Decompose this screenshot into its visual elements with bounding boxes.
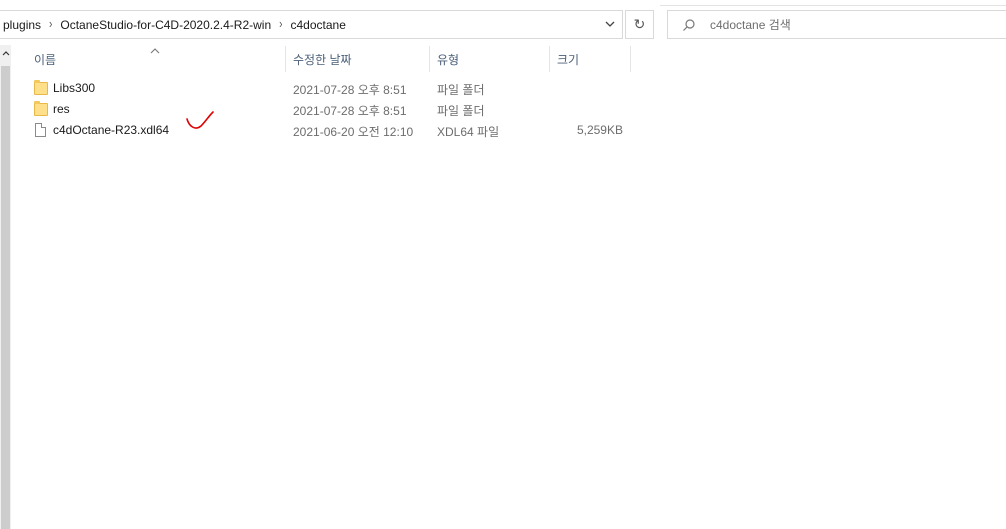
file-date: 2021-07-28 오후 8:51 (293, 83, 407, 97)
folder-icon (34, 101, 48, 116)
red-check-annotation (185, 110, 221, 135)
column-header-name-label: 이름 (34, 52, 57, 67)
folder-icon (34, 80, 48, 95)
column-header-name[interactable]: 이름 (26, 46, 286, 72)
file-date: 2021-06-20 오전 12:10 (293, 125, 414, 139)
breadcrumb-plugins[interactable]: plugins (0, 18, 45, 32)
file-row[interactable]: c4dOctane-R23.xdl64 2021-06-20 오전 12:10 … (30, 119, 630, 140)
breadcrumb-octanestudio[interactable]: OctaneStudio-for-C4D-2020.2.4-R2-win (56, 18, 275, 32)
file-row[interactable]: res 2021-07-28 오후 8:51 파일 폴더 (30, 98, 630, 119)
file-type: XDL64 파일 (437, 125, 500, 139)
file-type: 파일 폴더 (437, 83, 485, 97)
search-input[interactable] (708, 16, 972, 33)
column-header-size-label: 크기 (557, 52, 580, 67)
window-top-strip (0, 0, 1006, 6)
scroll-up-arrow-icon[interactable] (0, 47, 11, 59)
file-size: 5,259KB (576, 123, 623, 137)
file-icon (34, 123, 48, 137)
breadcrumb-separator-icon[interactable]: › (45, 17, 56, 31)
chevron-down-icon[interactable] (604, 18, 616, 30)
file-name: c4dOctane-R23.xdl64 (53, 123, 170, 137)
scrollbar-thumb[interactable] (1, 66, 10, 529)
refresh-icon: ↻ (633, 16, 646, 32)
search-box[interactable] (667, 10, 1006, 39)
column-header-date-label: 수정한 날짜 (293, 52, 352, 67)
refresh-button[interactable]: ↻ (625, 10, 654, 39)
file-date: 2021-07-28 오후 8:51 (293, 104, 407, 118)
column-header-type-label: 유형 (437, 52, 460, 67)
column-header-type[interactable]: 유형 (430, 46, 550, 72)
search-icon (682, 18, 696, 32)
file-name: res (53, 102, 70, 116)
file-type: 파일 폴더 (437, 104, 485, 118)
address-bar[interactable]: plugins › OctaneStudio-for-C4D-2020.2.4-… (0, 10, 623, 39)
breadcrumb-c4doctane[interactable]: c4doctane (286, 18, 349, 32)
file-row[interactable]: Libs300 2021-07-28 오후 8:51 파일 폴더 (30, 77, 630, 98)
column-header-size[interactable]: 크기 (550, 46, 631, 72)
breadcrumb-separator-icon[interactable]: › (275, 17, 286, 31)
file-name: Libs300 (53, 81, 96, 95)
column-header-date[interactable]: 수정한 날짜 (286, 46, 430, 72)
